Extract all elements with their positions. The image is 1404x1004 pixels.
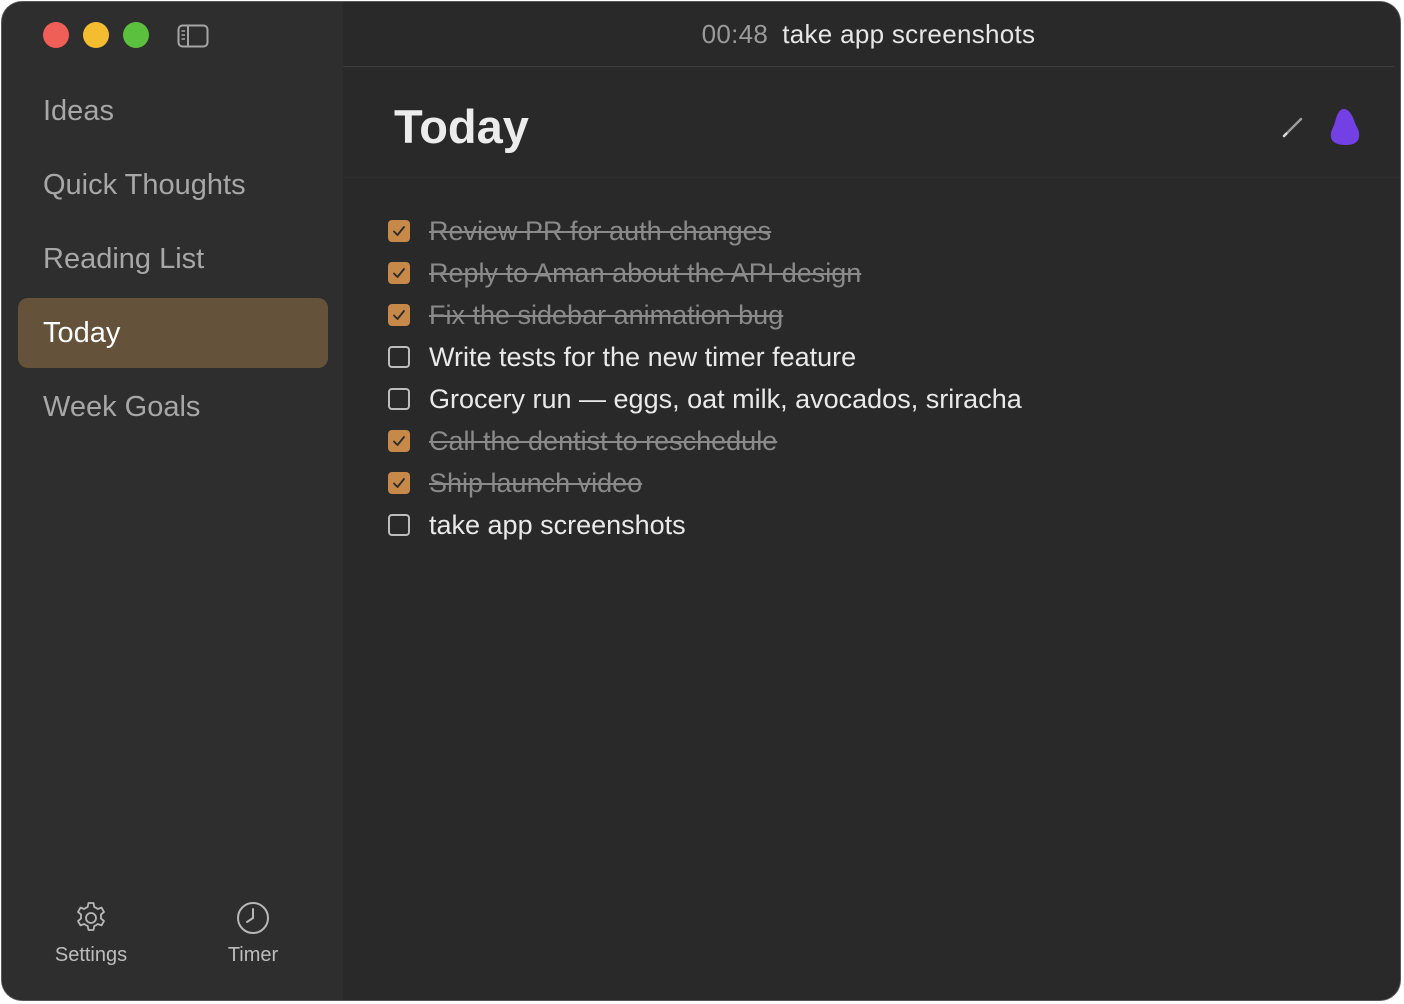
timer-elapsed: 00:48	[701, 18, 769, 49]
task-item: Call the dentist to reschedule	[388, 420, 1022, 462]
task-item: Reply to Aman about the API design	[388, 252, 1022, 294]
task-text[interactable]: Fix the sidebar animation bug	[429, 300, 783, 331]
minimize-window-button[interactable]	[83, 22, 109, 48]
app-window: Ideas Quick Thoughts Reading List Today …	[2, 2, 1400, 1000]
task-text[interactable]: Ship launch video	[429, 468, 642, 499]
task-item: take app screenshots	[388, 504, 1022, 546]
task-text[interactable]: Reply to Aman about the API design	[429, 258, 861, 289]
settings-label: Settings	[54, 944, 128, 966]
page-title: Today	[394, 100, 529, 153]
task-text[interactable]: take app screenshots	[429, 510, 686, 541]
sidebar-nav: Ideas Quick Thoughts Reading List Today …	[18, 76, 328, 446]
gear-icon	[73, 900, 109, 944]
clock-icon	[235, 900, 271, 944]
sidebar-item-label: Ideas	[43, 94, 114, 127]
task-text[interactable]: Call the dentist to reschedule	[429, 426, 777, 457]
task-checkbox[interactable]	[388, 346, 410, 368]
task-text[interactable]: Write tests for the new timer feature	[429, 342, 856, 373]
sidebar-item-label: Quick Thoughts	[43, 168, 246, 201]
timer-button[interactable]: Timer	[198, 900, 308, 967]
task-checkbox[interactable]	[388, 472, 410, 494]
sidebar-toggle-icon[interactable]	[177, 24, 209, 48]
sidebar-item-quick-thoughts[interactable]: Quick Thoughts	[18, 150, 328, 220]
sidebar-item-today[interactable]: Today	[18, 298, 328, 368]
sidebar-item-label: Today	[43, 316, 121, 349]
task-item: Ship launch video	[388, 462, 1022, 504]
task-item: Fix the sidebar animation bug	[388, 294, 1022, 336]
task-checkbox[interactable]	[388, 304, 410, 326]
window-titlebar: 00:48 take app screenshots	[343, 2, 1394, 67]
sidebar-item-ideas[interactable]: Ideas	[18, 76, 328, 146]
sidebar-item-label: Reading List	[43, 242, 205, 275]
pencil-icon[interactable]	[1281, 115, 1305, 139]
close-window-button[interactable]	[43, 22, 69, 48]
sidebar: Ideas Quick Thoughts Reading List Today …	[2, 2, 343, 1000]
task-checkbox[interactable]	[388, 514, 410, 536]
task-checkbox[interactable]	[388, 388, 410, 410]
maximize-window-button[interactable]	[123, 22, 149, 48]
timer-label: Timer	[227, 944, 279, 966]
task-text[interactable]: Review PR for auth changes	[429, 216, 771, 247]
task-checkbox[interactable]	[388, 262, 410, 284]
task-item: Review PR for auth changes	[388, 210, 1022, 252]
task-item: Grocery run — eggs, oat milk, avocados, …	[388, 378, 1022, 420]
settings-button[interactable]: Settings	[36, 900, 146, 967]
main-panel: 00:48 take app screenshots Today Review …	[343, 2, 1400, 1000]
task-checkbox[interactable]	[388, 220, 410, 242]
sidebar-item-week-goals[interactable]: Week Goals	[18, 372, 328, 442]
sidebar-item-reading-list[interactable]: Reading List	[18, 224, 328, 294]
task-checkbox[interactable]	[388, 430, 410, 452]
timer-current-task: take app screenshots	[782, 18, 1036, 49]
task-list: Review PR for auth changes Reply to Aman…	[388, 210, 1022, 546]
task-item: Write tests for the new timer feature	[388, 336, 1022, 378]
sidebar-item-label: Week Goals	[43, 390, 201, 423]
blob-icon[interactable]	[1329, 107, 1361, 147]
page-header: Today	[343, 67, 1400, 178]
task-text[interactable]: Grocery run — eggs, oat milk, avocados, …	[429, 384, 1022, 415]
